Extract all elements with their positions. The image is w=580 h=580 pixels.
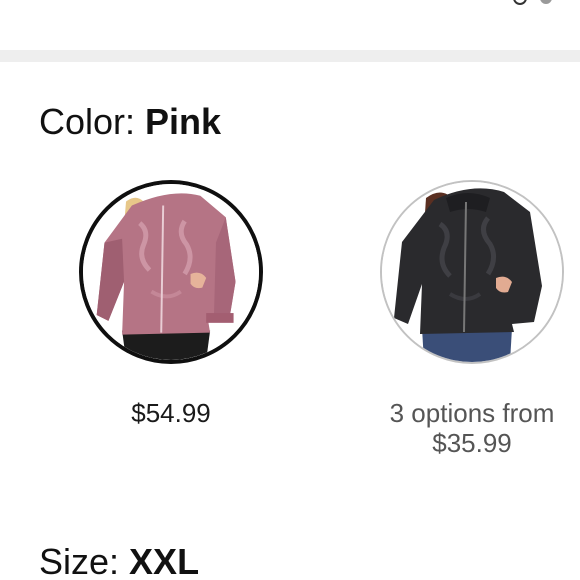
partial-dot-icon [540,0,552,4]
color-label: Color: [39,101,146,142]
size-selector-heading: Size: XXL [39,540,199,580]
size-label: Size: [39,541,130,580]
color-selector-heading: Color: Pink [39,100,221,144]
top-bar-partial [0,0,580,50]
selected-color-value: Pink [145,101,222,142]
black-option-price: 3 options from $35.99 [362,398,580,458]
pink-price-text: $54.99 [131,398,211,428]
color-swatch-black[interactable] [380,180,564,364]
product-variation-page: Color: Pink $54.99 3 options from $35.99… [0,0,580,580]
pink-jacket-thumbnail [83,184,259,360]
selected-size-value: XXL [129,541,200,580]
color-swatch-pink[interactable] [79,180,263,364]
black-options-count-text: 3 options from [389,398,555,428]
pink-option-price: $54.99 [71,398,271,428]
black-jacket-thumbnail [382,182,562,362]
section-divider [0,50,580,62]
partial-icon [513,0,527,5]
black-price-text: $35.99 [432,428,512,458]
